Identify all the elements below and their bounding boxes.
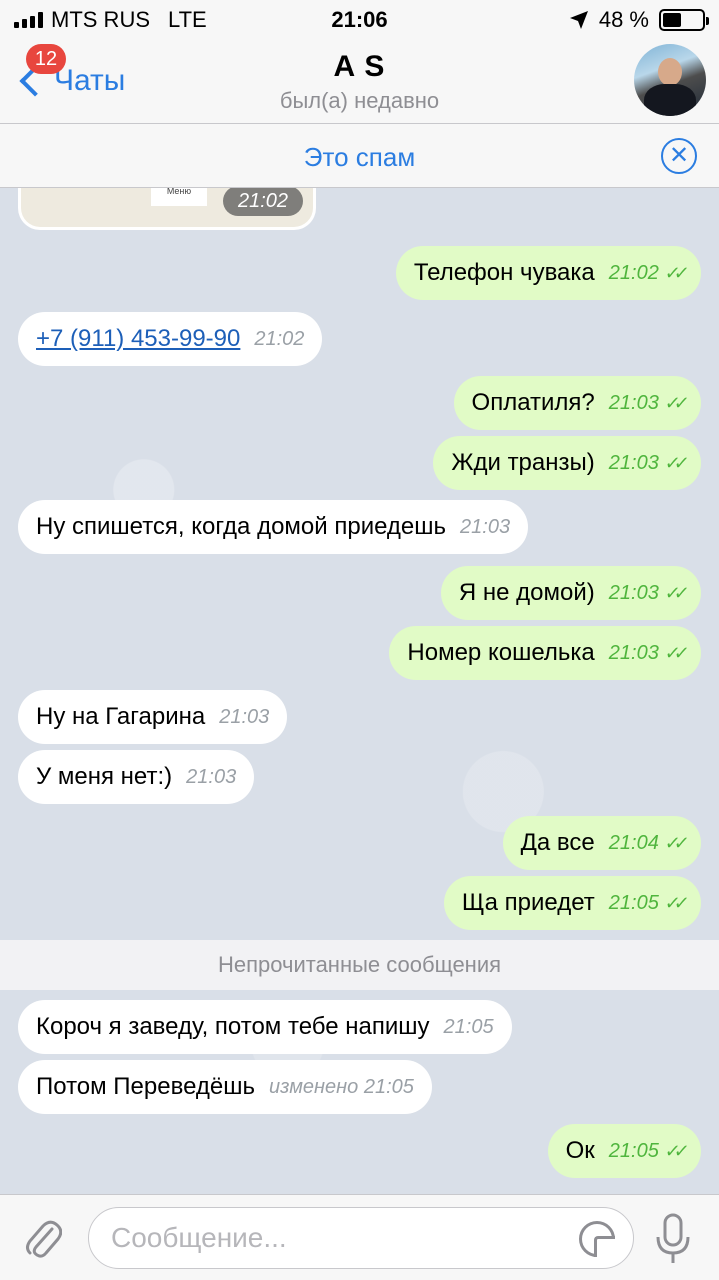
message-bubble-outgoing[interactable]: Жди транзы) 21:03 ✓✓ [433, 436, 701, 490]
message-bubble-incoming[interactable]: Потом Переведёшь изменено 21:05 [18, 1060, 432, 1114]
message-text: Номер кошелька [407, 639, 595, 666]
message-bubble-incoming[interactable]: Короч я заведу, потом тебе напишу 21:05 [18, 1000, 512, 1054]
message-bubble-incoming[interactable]: Ну на Гагарина 21:03 [18, 690, 288, 744]
message-bubble-outgoing[interactable]: Телефон чувака 21:02 ✓✓ [395, 246, 701, 300]
message-time: 21:04 [608, 831, 659, 854]
read-receipt-icon: ✓✓ [663, 452, 685, 473]
message-time: 21:03 [608, 391, 659, 414]
message-text: Короч я заведу, потом тебе напишу [36, 1013, 430, 1040]
message-time: 21:03 [608, 581, 659, 604]
message-meta: 21:02 ✓✓ [608, 261, 685, 285]
message-text: Ну на Гагарина [36, 703, 206, 730]
message-text: Оплатиля? [471, 389, 595, 416]
message-bubble-outgoing[interactable]: Ща приедет 21:05 ✓✓ [443, 876, 701, 930]
map-time: 21:02 [223, 188, 303, 216]
read-receipt-icon: ✓✓ [663, 582, 685, 603]
message-time: 21:03 [460, 515, 511, 538]
message-bubble-outgoing[interactable]: Да все 21:04 ✓✓ [502, 816, 701, 870]
message-bubble-outgoing[interactable]: Оплатиля? 21:03 ✓✓ [453, 376, 701, 430]
message-time: 21:05 [608, 891, 659, 914]
message-bubble-outgoing[interactable]: Номер кошелька 21:03 ✓✓ [389, 626, 701, 680]
message-bubble-outgoing[interactable]: Я не домой) 21:03 ✓✓ [440, 566, 701, 620]
unread-divider: Непрочитанные сообщения [0, 940, 719, 990]
location-arrow-icon [569, 11, 588, 29]
message-meta: 21:03 ✓✓ [608, 451, 685, 475]
sticker-icon[interactable] [579, 1221, 615, 1257]
status-bar: MTS RUS LTE 21:06 48 % [0, 0, 719, 40]
status-right: 48 % [569, 7, 709, 33]
message-meta: 21:03 [186, 766, 236, 789]
message-time: 21:03 [608, 451, 659, 474]
read-receipt-icon: ✓✓ [663, 892, 685, 913]
message-text: Потом Переведёшь [36, 1073, 256, 1100]
phone-link[interactable]: +7 (911) 453-99-90 [36, 325, 240, 353]
read-receipt-icon: ✓✓ [663, 642, 685, 663]
message-time: 21:03 [186, 765, 237, 788]
spam-report-bar: Это спам ✕ [0, 124, 719, 188]
read-receipt-icon: ✓✓ [663, 832, 685, 853]
message-bubble-incoming[interactable]: +7 (911) 453-99-90 21:02 [18, 312, 323, 366]
message-text: Я не домой) [458, 579, 595, 606]
message-meta: 21:05 ✓✓ [608, 1139, 685, 1163]
composer-bar [0, 1194, 719, 1280]
close-icon[interactable]: ✕ [661, 138, 697, 174]
message-time: 21:05 [608, 1139, 659, 1162]
location-map-preview[interactable]: Меню 21:02 [18, 188, 316, 230]
message-time: 21:02 [608, 261, 659, 284]
message-time: изменено 21:05 [269, 1075, 414, 1098]
message-meta: 21:05 [444, 1016, 494, 1039]
chat-header: Чаты 12 A S был(а) недавно [0, 40, 719, 124]
battery-icon [659, 9, 709, 31]
message-bubble-incoming[interactable]: Ну спишется, когда домой приедешь 21:03 [18, 500, 529, 554]
microphone-icon[interactable] [653, 1213, 693, 1265]
avatar[interactable] [634, 44, 706, 116]
message-text: Телефон чувака [413, 259, 595, 286]
message-text: Ок [565, 1137, 595, 1164]
message-text: Жди транзы) [451, 449, 595, 476]
message-text: У меня нет:) [36, 763, 173, 790]
message-meta: 21:03 ✓✓ [608, 391, 685, 415]
message-bubble-outgoing[interactable]: Ок 21:05 ✓✓ [547, 1124, 701, 1178]
message-list[interactable]: Меню 21:02 Телефон чувака 21:02 ✓✓ +7 (911)… [0, 188, 719, 1194]
message-meta: 21:03 [460, 516, 510, 539]
last-seen-status: был(а) недавно [279, 88, 440, 113]
contact-name[interactable]: A S [0, 50, 719, 84]
read-receipt-icon: ✓✓ [663, 262, 685, 283]
message-time: 21:05 [443, 1015, 494, 1038]
paperclip-icon[interactable] [22, 1215, 62, 1261]
message-time: 21:03 [219, 705, 270, 728]
message-time: 21:02 [254, 327, 305, 350]
message-meta: 21:05 ✓✓ [608, 891, 685, 915]
message-text: Ну спишется, когда домой приедешь [36, 513, 447, 540]
battery-percent: 48 % [598, 7, 649, 32]
avatar-face [658, 58, 682, 86]
message-meta: 21:03 ✓✓ [608, 581, 685, 605]
message-meta: 21:03 [219, 706, 269, 729]
map-menu-label: Меню [151, 188, 207, 206]
message-meta: 21:04 ✓✓ [608, 831, 685, 855]
message-input[interactable] [111, 1208, 571, 1268]
message-meta: 21:02 [254, 328, 304, 351]
avatar-shirt [644, 84, 696, 116]
read-receipt-icon: ✓✓ [663, 1140, 685, 1161]
message-field[interactable] [88, 1207, 634, 1269]
battery-fill [663, 13, 682, 27]
message-bubble-incoming[interactable]: У меня нет:) 21:03 [18, 750, 255, 804]
read-receipt-icon: ✓✓ [663, 392, 685, 413]
message-text: Да все [520, 829, 595, 856]
message-meta: 21:03 ✓✓ [608, 641, 685, 665]
message-meta: изменено 21:05 [269, 1076, 414, 1099]
message-text: Ща приедет [461, 889, 595, 916]
message-time: 21:03 [608, 641, 659, 664]
report-spam-button[interactable]: Это спам [0, 142, 719, 173]
